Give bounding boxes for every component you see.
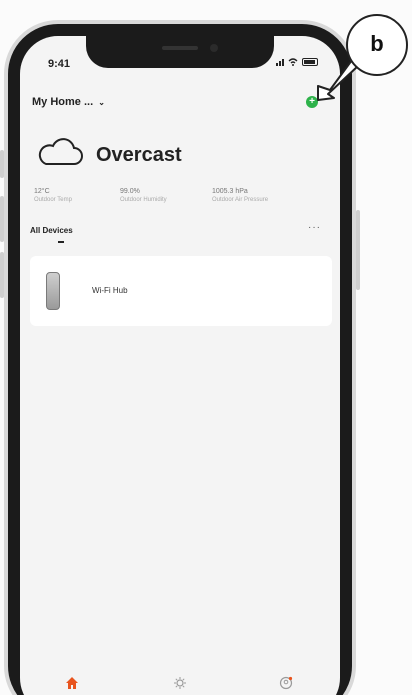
status-time: 9:41 <box>48 58 71 70</box>
add-device-button[interactable]: + <box>306 96 318 108</box>
screenshot-stage: 9:41 My Home ... ⌄ + Overcast 12°C Outdo… <box>0 0 412 695</box>
signal-icon <box>276 59 284 66</box>
front-camera <box>210 44 218 52</box>
wifi-icon <box>288 58 298 66</box>
phone-side-button-left-1 <box>0 150 4 178</box>
metric-label: Outdoor Air Pressure <box>212 197 269 203</box>
nav-me[interactable] <box>276 676 296 695</box>
me-icon <box>279 676 293 690</box>
metric-value: 1005.3 hPa <box>212 188 248 195</box>
tab-all-devices[interactable]: All Devices <box>30 226 73 235</box>
metric-pressure: 1005.3 hPa Outdoor Air Pressure <box>212 188 268 203</box>
bottom-nav <box>20 666 340 695</box>
phone-screen: 9:41 My Home ... ⌄ + Overcast 12°C Outdo… <box>20 36 340 695</box>
phone-side-button-right <box>356 210 360 290</box>
metric-humidity: 99.0% Outdoor Humidity <box>120 188 167 203</box>
metric-temperature: 12°C Outdoor Temp <box>34 188 72 203</box>
metric-label: Outdoor Temp <box>34 197 72 203</box>
speaker-grille <box>162 46 198 50</box>
more-icon[interactable]: ··· <box>308 222 321 233</box>
phone-notch <box>86 36 274 68</box>
nav-home[interactable] <box>62 676 82 695</box>
device-card-wifi-hub[interactable]: Wi-Fi Hub <box>30 256 332 326</box>
home-selector[interactable]: My Home ... ⌄ <box>32 96 105 108</box>
callout-label: b <box>346 14 408 76</box>
weather-condition: Overcast <box>96 144 182 166</box>
device-name: Wi-Fi Hub <box>92 286 128 295</box>
plus-icon: + <box>309 96 315 107</box>
home-title: My Home ... <box>32 96 94 108</box>
metric-value: 12°C <box>34 188 50 195</box>
wifi-hub-device-icon <box>46 272 60 310</box>
status-icons <box>276 58 318 66</box>
metric-value: 99.0% <box>120 188 140 195</box>
metric-label: Outdoor Humidity <box>120 197 167 203</box>
phone-side-button-left-2 <box>0 196 4 242</box>
tab-active-indicator <box>58 241 64 243</box>
chevron-down-icon: ⌄ <box>98 98 105 107</box>
nav-smart[interactable] <box>170 676 190 695</box>
home-icon <box>66 677 78 689</box>
smart-icon <box>174 677 186 689</box>
battery-icon <box>302 58 318 66</box>
cloud-icon <box>38 138 83 165</box>
phone-side-button-left-3 <box>0 252 4 298</box>
